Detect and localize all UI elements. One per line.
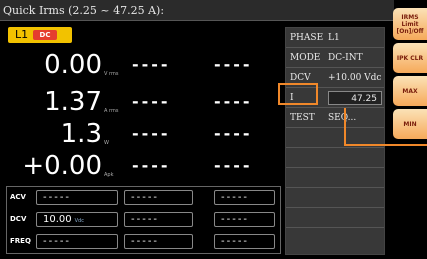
param-value: +10.00 Vdc <box>328 73 382 83</box>
irms-limit-softkey[interactable]: IRMS Limit [On]/Off <box>393 8 427 40</box>
measurement-unit: V rms <box>104 71 119 77</box>
page-title: Quick Irms (2.25 ~ 47.25 A): <box>3 4 165 17</box>
mode-badge: DC <box>33 30 57 40</box>
measurement-row-power: 1.3 W ---- ---- <box>0 116 280 152</box>
table-cell: ----- <box>124 234 193 249</box>
param-row-empty <box>286 168 384 188</box>
ipk-clear-softkey[interactable]: IPK CLR <box>393 43 427 73</box>
channel-label: L1 <box>15 28 29 41</box>
measurement-row-peak-current: +0.00 Apk ---- ---- <box>0 148 280 184</box>
highlight-box <box>278 83 318 105</box>
row-label: DCV <box>10 215 27 223</box>
measurement-value: +0.00 <box>22 151 102 181</box>
measurement-unit: W <box>104 140 109 146</box>
param-row-mode[interactable]: MODE DC-INT <box>286 48 384 68</box>
measurement-value: 1.37 <box>44 87 102 117</box>
table-cell: ----- <box>124 212 193 227</box>
row-label: ACV <box>10 193 26 201</box>
softkey-label: IPK CLR <box>396 54 424 62</box>
param-row-phase[interactable]: PHASE L1 <box>286 28 384 48</box>
table-cell-unit: Vdc <box>74 218 84 224</box>
table-cell: ----- <box>36 190 118 205</box>
measurement-placeholder: ---- <box>214 55 253 74</box>
max-softkey[interactable]: MAX <box>393 76 427 106</box>
measurement-placeholder: ---- <box>214 92 253 111</box>
window-title-bar: Quick Irms (2.25 ~ 47.25 A): <box>0 0 394 21</box>
table-cell: 10.00 Vdc <box>36 212 118 227</box>
settings-table: ACV ----- ----- ----- DCV 10.00 Vdc -----… <box>6 186 281 254</box>
table-cell: ----- <box>124 190 193 205</box>
table-row: ACV ----- ----- ----- <box>7 187 280 208</box>
measurement-placeholder: ---- <box>214 124 253 143</box>
callout-line <box>344 108 346 146</box>
parameter-panel: PHASE L1 MODE DC-INT DCV +10.00 Vdc I 47… <box>285 27 385 255</box>
param-key: MODE <box>290 53 321 63</box>
param-row-empty <box>286 148 384 168</box>
measurement-placeholder: ---- <box>132 92 171 111</box>
param-key: PHASE <box>290 33 324 43</box>
param-row-empty <box>286 208 384 228</box>
measurement-placeholder: ---- <box>132 156 171 175</box>
softkey-label: MAX <box>402 87 418 95</box>
param-value: L1 <box>328 33 340 43</box>
table-cell: ----- <box>214 212 275 227</box>
table-row: FREQ ----- ----- ----- <box>7 231 280 252</box>
row-label: FREQ <box>10 237 31 245</box>
softkey-label: MIN <box>403 120 417 128</box>
param-value: DC-INT <box>328 53 363 63</box>
measurement-unit: Apk <box>104 172 114 178</box>
measurement-unit: A rms <box>104 108 119 114</box>
measurement-placeholder: ---- <box>132 124 171 143</box>
channel-tab-l1[interactable]: L1 DC <box>8 27 72 43</box>
measurement-row-current: 1.37 A rms ---- ---- <box>0 84 280 120</box>
table-row: DCV 10.00 Vdc ----- ----- <box>7 209 280 230</box>
param-row-empty <box>286 228 384 248</box>
param-row-test[interactable]: TEST SEQ... <box>286 108 384 128</box>
measurement-row-voltage: 0.00 V rms ---- ---- <box>0 47 280 83</box>
table-cell: ----- <box>214 190 275 205</box>
param-row-empty <box>286 188 384 208</box>
measurement-value: 1.3 <box>60 119 102 149</box>
callout-line <box>344 144 427 146</box>
softkey-label: IRMS Limit [On]/Off <box>396 13 424 35</box>
measurement-value: 0.00 <box>44 50 102 80</box>
measurement-placeholder: ---- <box>132 55 171 74</box>
param-value: SEQ... <box>328 113 357 123</box>
measurement-placeholder: ---- <box>214 156 253 175</box>
min-softkey[interactable]: MIN <box>393 109 427 139</box>
table-cell: ----- <box>214 234 275 249</box>
param-key: TEST <box>290 113 315 123</box>
current-limit-input[interactable]: 47.25 <box>328 91 382 105</box>
table-cell: ----- <box>36 234 118 249</box>
